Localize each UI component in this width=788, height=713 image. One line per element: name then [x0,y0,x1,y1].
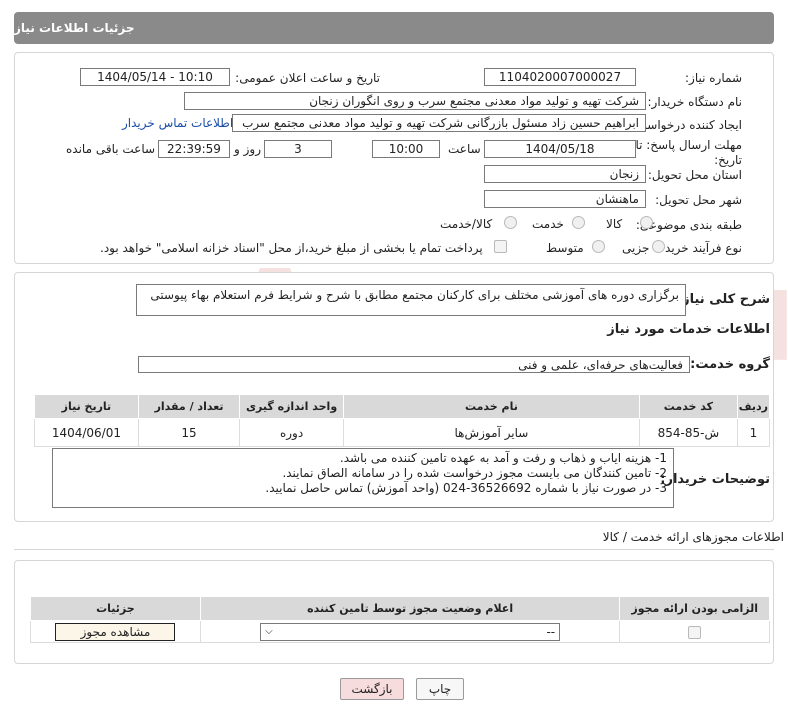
announce-datetime-field: 1404/05/14 - 10:10 [80,68,230,86]
buyer-note-line: 3- در صورت نیاز با شماره 36526692-024 (و… [265,481,667,495]
purchase-type-option-minor: جزیی [622,241,650,255]
permits-divider [14,549,774,550]
view-permit-button[interactable]: مشاهده مجوز [55,622,176,641]
city-label: شهر محل تحویل: [655,193,742,207]
services-table: ردیف کد خدمت نام خدمت واحد اندازه گیری ت… [34,394,771,447]
buyer-org-label: نام دستگاه خریدار: [647,95,743,109]
category-option-goods: کالا [606,217,623,231]
summary-label: شرح کلی نیاز: [676,292,770,307]
province-label: استان محل تحویل: [647,168,742,182]
creator-field: ابراهیم حسین زاد مسئول بازرگانی شرکت تهی… [232,114,646,132]
permits-table: الزامی بودن ارائه مجوز اعلام وضعیت مجوز … [30,596,770,643]
col-permit-details: جزئیات [30,596,201,621]
service-group-field: فعالیت‌های حرفه‌ای، علمی و فنی [138,356,690,373]
buyer-org-field: شرکت تهیه و تولید مواد معدنی مجتمع سرب و… [184,92,646,110]
cell-permit-details: مشاهده مجوز [30,620,201,643]
category-radio-goods[interactable] [640,216,653,229]
buyer-note-line: 2- تامین کنندگان می بایست مجوز درخواست ش… [282,466,667,480]
col-row: ردیف [736,394,771,419]
category-option-service: خدمت [532,217,564,231]
creator-label: ایجاد کننده درخواست: [631,118,742,132]
days-remaining-field: 3 [264,140,332,158]
purchase-type-option-medium: متوسط [546,241,584,255]
col-quantity: تعداد / مقدار [137,394,241,419]
col-permit-status: اعلام وضعیت مجوز توسط تامین کننده [199,596,621,621]
category-radio-goods-service[interactable] [504,216,517,229]
cell-unit: دوره [239,418,344,447]
need-number-field: 1104020007000027 [484,68,636,86]
print-button[interactable]: چاپ [416,678,464,700]
chevron-down-icon: ⌵ [265,626,273,637]
deadline-label: مهلت ارسال پاسخ: تا تاریخ: [635,138,742,168]
summary-field: برگزاری دوره های آموزشی مختلف برای کارکن… [136,284,686,316]
deadline-label-line2: تاریخ: [714,153,742,167]
cell-row: 1 [736,418,771,447]
back-button[interactable]: بازگشت [340,678,404,700]
services-table-header: ردیف کد خدمت نام خدمت واحد اندازه گیری ت… [34,394,771,419]
permit-status-select[interactable]: -- ⌵ [260,622,561,641]
category-option-goods-service: کالا/خدمت [440,217,493,231]
purchase-type-radio-minor[interactable] [652,240,665,253]
days-label: روز و [234,142,261,156]
announce-datetime-label: تاریخ و ساعت اعلان عمومی: [235,71,380,85]
deadline-time-field: 10:00 [372,140,440,158]
permit-required-checkbox[interactable] [688,625,702,639]
permits-table-header: الزامی بودن ارائه مجوز اعلام وضعیت مجوز … [30,596,770,621]
services-section-title: اطلاعات خدمات مورد نیاز [607,322,770,337]
cell-permit-status: -- ⌵ [199,620,621,643]
buyer-note-line: 1- هزینه ایاب و ذهاب و رفت و آمد به عهده… [339,451,667,465]
purchase-type-label: نوع فرآیند خرید : [657,241,742,255]
buyer-notes-label: توضیحات خریدار: [660,472,770,487]
col-service-name: نام خدمت [342,394,641,419]
col-permit-required: الزامی بودن ارائه مجوز [619,596,770,621]
page-title: جزئیات اطلاعات نیاز [14,21,135,35]
province-field: زنجان [484,165,646,183]
treasury-bond-checkbox[interactable] [494,240,507,253]
deadline-time-label: ساعت [448,142,481,156]
category-radio-service[interactable] [572,216,585,229]
page-header: جزئیات اطلاعات نیاز [14,12,774,44]
cell-service-name: سایر آموزش‌ها [342,418,641,447]
cell-service-code: ش-85-854 [639,418,738,447]
buyer-contact-link[interactable]: اطلاعات تماس خریدار [122,116,233,130]
service-group-label: گروه خدمت: [690,357,770,372]
deadline-label-line1: مهلت ارسال پاسخ: تا [635,138,742,152]
table-row: -- ⌵ مشاهده مجوز [30,620,770,643]
col-need-date: تاریخ نیاز [34,394,139,419]
need-number-label: شماره نیاز: [685,71,742,85]
table-row: 1 ش-85-854 سایر آموزش‌ها دوره 15 1404/06… [34,418,771,447]
purchase-type-radio-medium[interactable] [592,240,605,253]
treasury-bond-note: پرداخت تمام یا بخشی از مبلغ خرید،از محل … [100,241,483,255]
cell-quantity: 15 [137,418,241,447]
remaining-time-label: ساعت باقی مانده [66,142,156,156]
permits-section-title: اطلاعات مجوزهای ارائه خدمت / کالا [602,530,784,544]
remaining-time-field: 22:39:59 [158,140,230,158]
col-service-code: کد خدمت [639,394,738,419]
cell-permit-required [619,620,770,643]
permit-status-value: -- [546,624,556,639]
buyer-notes-field: 1- هزینه ایاب و ذهاب و رفت و آمد به عهده… [52,448,674,508]
cell-need-date: 1404/06/01 [34,418,139,447]
col-unit: واحد اندازه گیری [239,394,344,419]
city-field: ماهنشان [484,190,646,208]
deadline-date-field: 1404/05/18 [484,140,636,158]
